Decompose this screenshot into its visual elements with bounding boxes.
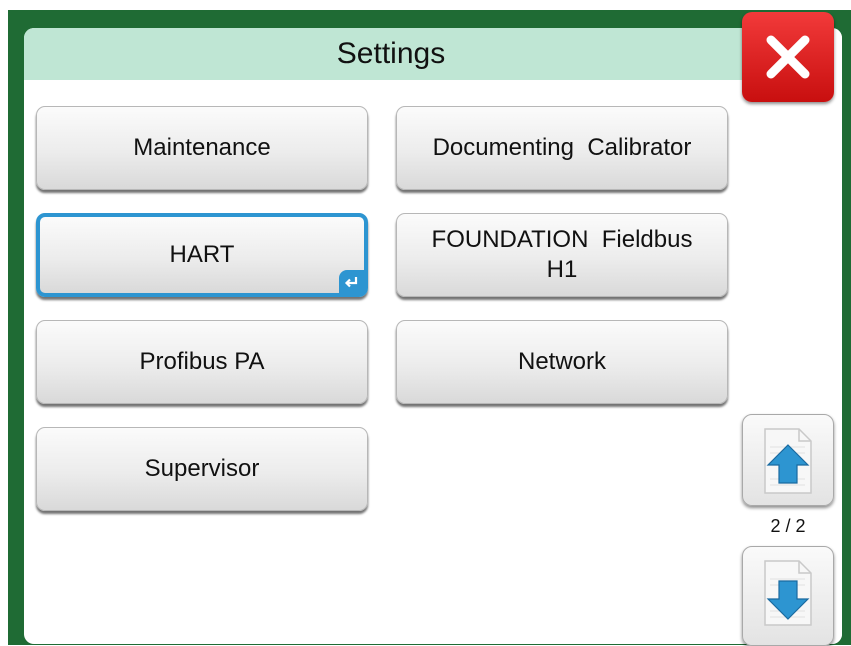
foundation-fieldbus-label-line1: FOUNDATION Fieldbus bbox=[431, 226, 693, 253]
profibus-pa-label: Profibus PA bbox=[139, 348, 265, 375]
maintenance-label: Maintenance bbox=[133, 134, 271, 161]
screen: Settings Maintenance HART Profibus PA Su… bbox=[24, 28, 842, 644]
page-indicator: 2 / 2 bbox=[770, 516, 806, 536]
page-down-button[interactable] bbox=[742, 546, 834, 646]
supervisor-label: Supervisor bbox=[144, 455, 260, 482]
close-icon bbox=[766, 35, 810, 79]
documenting-calibrator-label: Documenting Calibrator bbox=[432, 134, 692, 161]
documenting-calibrator-button[interactable]: Documenting Calibrator bbox=[396, 106, 728, 190]
profibus-pa-button[interactable]: Profibus PA bbox=[36, 320, 368, 404]
network-label: Network bbox=[517, 348, 607, 375]
foundation-fieldbus-label-line2: H1 bbox=[546, 256, 578, 283]
page-up-button[interactable] bbox=[742, 414, 834, 506]
close-button[interactable] bbox=[742, 12, 834, 102]
page-title: Settings bbox=[336, 37, 446, 70]
enter-icon bbox=[339, 270, 365, 294]
page-down-icon bbox=[764, 560, 812, 626]
device-frame: Settings Maintenance HART Profibus PA Su… bbox=[8, 10, 851, 646]
hart-button[interactable]: HART bbox=[36, 213, 368, 297]
title-bar: Settings bbox=[24, 28, 758, 80]
network-button[interactable]: Network bbox=[396, 320, 728, 404]
maintenance-button[interactable]: Maintenance bbox=[36, 106, 368, 190]
foundation-fieldbus-h1-button[interactable]: FOUNDATION Fieldbus H1 bbox=[396, 213, 728, 297]
supervisor-button[interactable]: Supervisor bbox=[36, 427, 368, 511]
hart-label: HART bbox=[169, 241, 235, 268]
page-up-icon bbox=[764, 428, 812, 494]
